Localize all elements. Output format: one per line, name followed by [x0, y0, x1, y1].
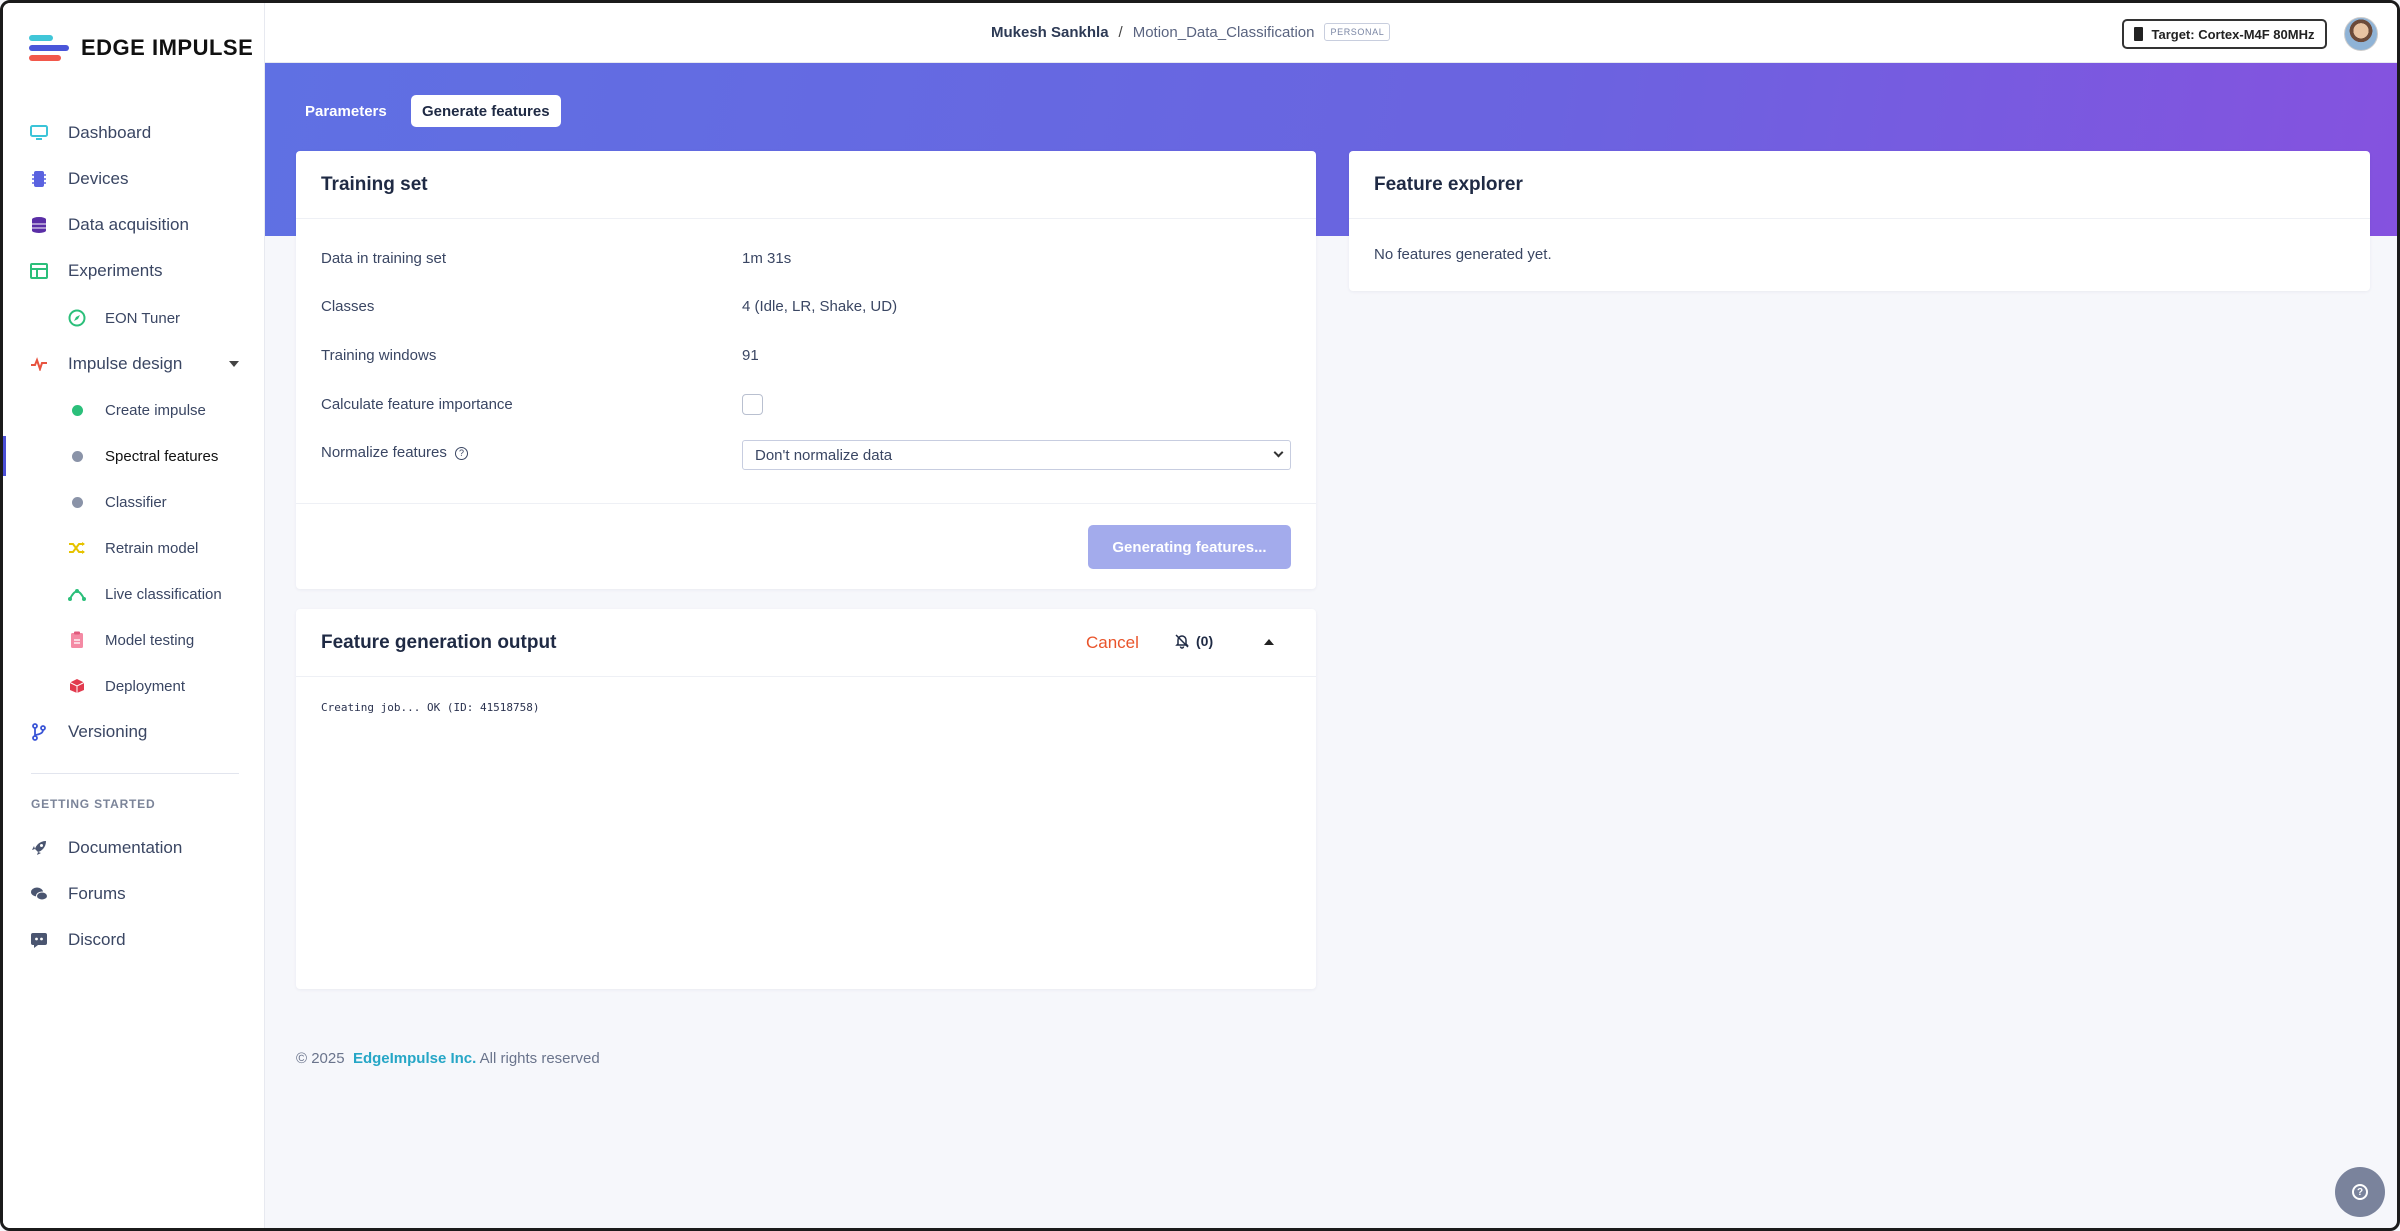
target-device-button[interactable]: Target: Cortex-M4F 80MHz	[2122, 19, 2327, 49]
generate-features-button[interactable]: Generating features...	[1088, 525, 1291, 569]
sidebar-item-versioning[interactable]: Versioning	[3, 712, 265, 752]
clipboard-icon	[67, 630, 87, 650]
card-header: Feature generation output Cancel (0)	[296, 609, 1316, 677]
app-name: EDGE IMPULSE	[81, 35, 254, 60]
normalize-features-row: Normalize features ?	[321, 444, 469, 461]
pulse-icon	[29, 354, 49, 374]
dot-icon	[67, 446, 87, 466]
dot-icon	[67, 400, 87, 420]
top-bar: Mukesh Sankhla / Motion_Data_Classificat…	[265, 3, 2397, 63]
breadcrumb-user[interactable]: Mukesh Sankhla	[991, 24, 1109, 41]
divider	[296, 503, 1316, 504]
training-windows-label: Training windows	[321, 347, 437, 364]
feature-generation-output-card: Feature generation output Cancel (0) Cre…	[296, 609, 1316, 989]
sidebar-item-data-acquisition[interactable]: Data acquisition	[3, 205, 265, 245]
box-icon	[67, 676, 87, 696]
breadcrumb-separator: /	[1118, 23, 1123, 41]
sidebar-item-spectral-features[interactable]: Spectral features	[3, 436, 265, 476]
sidebar-item-devices[interactable]: Devices	[3, 159, 265, 199]
chevron-down-icon[interactable]	[229, 361, 239, 367]
tab-parameters[interactable]: Parameters	[294, 95, 398, 127]
sidebar-item-classifier[interactable]: Classifier	[3, 482, 265, 522]
dot-icon	[67, 492, 87, 512]
question-icon: ?	[2352, 1184, 2368, 1200]
tab-generate-features[interactable]: Generate features	[411, 95, 561, 127]
rocket-icon	[29, 838, 49, 858]
empty-state-text: No features generated yet.	[1374, 246, 1552, 263]
sidebar-item-experiments[interactable]: Experiments	[3, 251, 265, 291]
sidebar: EDGE IMPULSE Dashboard Devices Data acqu…	[3, 3, 265, 1228]
target-device-label: Target: Cortex-M4F 80MHz	[2151, 26, 2315, 42]
footer: © 2025 EdgeImpulse Inc. All rights reser…	[296, 1050, 600, 1067]
rights-text: All rights reserved	[479, 1050, 600, 1067]
chevron-down-icon	[1273, 447, 1284, 458]
bell-off-icon	[1175, 634, 1189, 649]
notification-count: (0)	[1196, 633, 1214, 649]
normalize-features-select[interactable]: Don't normalize data	[742, 440, 1291, 470]
chat-icon	[29, 884, 49, 904]
help-icon[interactable]: ?	[455, 446, 469, 460]
classes-value: 4 (Idle, LR, Shake, UD)	[742, 298, 898, 315]
graph-icon	[67, 584, 87, 604]
data-in-training-set-value: 1m 31s	[742, 250, 792, 267]
compass-icon	[67, 308, 87, 328]
monitor-icon	[29, 123, 49, 143]
sidebar-item-model-testing[interactable]: Model testing	[3, 620, 265, 660]
copyright: © 2025	[296, 1050, 345, 1067]
sidebar-item-dashboard[interactable]: Dashboard	[3, 113, 265, 153]
normalize-features-value: Don't normalize data	[755, 446, 893, 464]
data-in-training-set-label: Data in training set	[321, 250, 447, 267]
chip-icon	[2134, 27, 2144, 41]
sidebar-link-discord[interactable]: Discord	[3, 920, 265, 960]
active-indicator	[3, 436, 6, 476]
chip-icon	[29, 169, 49, 189]
card-title: Feature generation output	[321, 632, 557, 653]
project-type-badge: PERSONAL	[1324, 23, 1391, 41]
sidebar-divider	[31, 773, 239, 774]
sidebar-item-create-impulse[interactable]: Create impulse	[3, 390, 265, 430]
shuffle-icon	[67, 538, 87, 558]
training-set-card: Training set Data in training set 1m 31s…	[296, 151, 1316, 589]
section-label-getting-started: GETTING STARTED	[31, 797, 156, 811]
card-header: Training set	[296, 151, 1316, 219]
breadcrumb-project[interactable]: Motion_Data_Classification	[1133, 24, 1315, 41]
normalize-features-label: Normalize features	[321, 444, 447, 461]
sidebar-item-eon-tuner[interactable]: EON Tuner	[3, 298, 265, 338]
edge-impulse-logo-icon	[29, 33, 69, 63]
feature-importance-checkbox[interactable]	[742, 394, 763, 415]
sidebar-item-retrain-model[interactable]: Retrain model	[3, 528, 265, 568]
app-window: EDGE IMPULSE Dashboard Devices Data acqu…	[0, 0, 2400, 1231]
notifications-toggle[interactable]: (0)	[1174, 633, 1213, 649]
branch-icon	[29, 722, 49, 742]
database-icon	[29, 215, 49, 235]
sidebar-link-forums[interactable]: Forums	[3, 874, 265, 914]
collapse-icon[interactable]	[1264, 639, 1274, 645]
avatar[interactable]	[2344, 17, 2378, 51]
feature-importance-label: Calculate feature importance	[321, 396, 513, 413]
feature-explorer-card: Feature explorer No features generated y…	[1349, 151, 2370, 291]
company-link[interactable]: EdgeImpulse Inc.	[353, 1050, 476, 1067]
cancel-button[interactable]: Cancel	[1086, 633, 1139, 653]
log-output: Creating job... OK (ID: 41518758)	[321, 701, 540, 714]
logo[interactable]: EDGE IMPULSE	[29, 31, 253, 65]
classes-label: Classes	[321, 298, 375, 315]
breadcrumb: Mukesh Sankhla / Motion_Data_Classificat…	[991, 23, 1391, 41]
help-button[interactable]: ?	[2335, 1167, 2385, 1217]
sidebar-item-live-classification[interactable]: Live classification	[3, 574, 265, 614]
sidebar-link-documentation[interactable]: Documentation	[3, 828, 265, 868]
card-title: Training set	[321, 174, 428, 195]
card-header: Feature explorer	[1349, 151, 2370, 219]
training-windows-value: 91	[742, 347, 759, 364]
table-icon	[29, 261, 49, 281]
discord-icon	[29, 930, 49, 950]
card-title: Feature explorer	[1374, 174, 1523, 195]
sidebar-item-deployment[interactable]: Deployment	[3, 666, 265, 706]
sidebar-item-impulse-design[interactable]: Impulse design	[3, 344, 265, 384]
